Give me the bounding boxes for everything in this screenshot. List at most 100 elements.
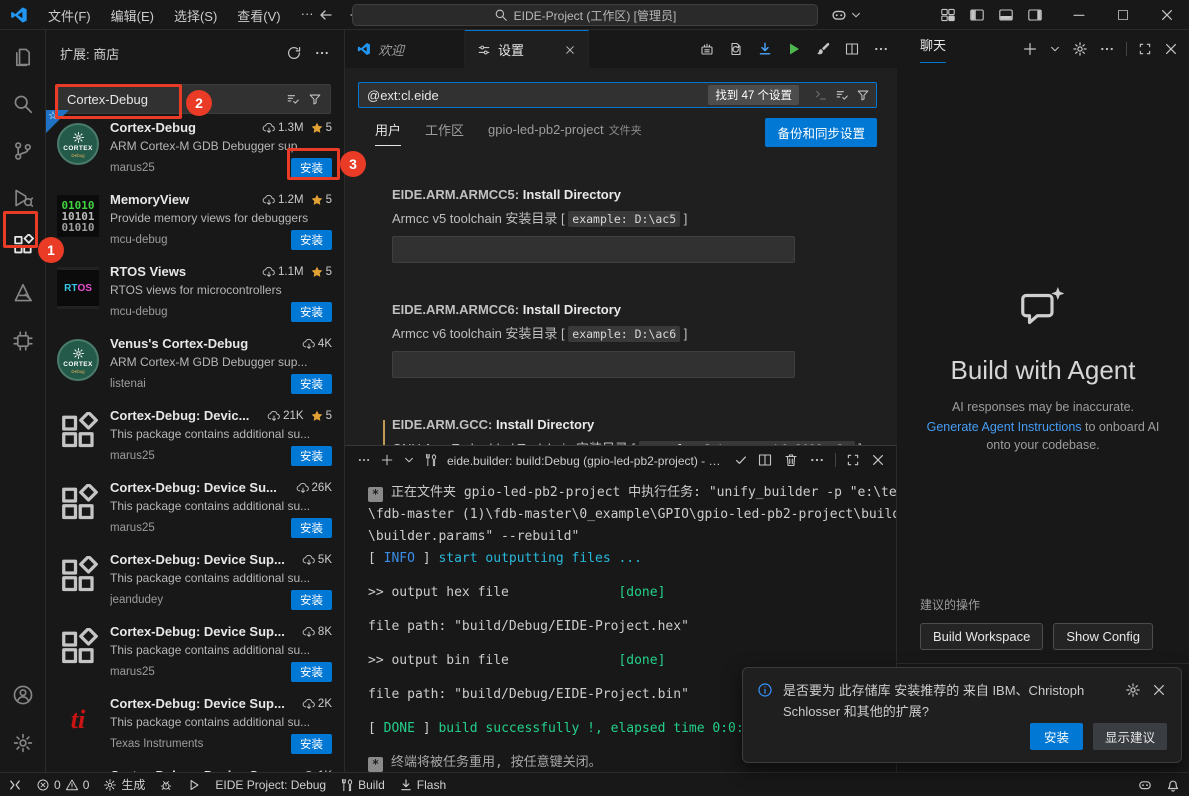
sidebar-item-extensions[interactable]	[0, 225, 46, 265]
minimize-button[interactable]	[1057, 0, 1101, 30]
funnel-icon[interactable]	[856, 88, 870, 102]
install-recommended-button[interactable]: 安装	[1030, 723, 1083, 750]
copilot-icon[interactable]	[1137, 777, 1153, 793]
close-chat-icon[interactable]	[1163, 41, 1179, 57]
gear-icon[interactable]	[1072, 41, 1088, 57]
filter-lines-icon[interactable]	[286, 92, 300, 106]
project-status[interactable]: EIDE Project: Debug	[215, 778, 326, 792]
more-actions-icon[interactable]	[873, 41, 889, 57]
tab-chat[interactable]: 聊天	[920, 35, 946, 63]
kill-terminal-icon[interactable]	[783, 452, 799, 468]
customize-layout-icon[interactable]	[940, 7, 956, 23]
chevron-down-icon[interactable]	[1049, 43, 1061, 55]
settings-scope-tab[interactable]: gpio-led-pb2-project文件夹	[488, 122, 642, 145]
debug-button[interactable]	[159, 778, 173, 792]
settings-search-box[interactable]: 找到 47 个设置	[358, 82, 877, 108]
account-button[interactable]	[0, 675, 46, 715]
sidebar-item-search[interactable]	[0, 84, 46, 124]
funnel-icon[interactable]	[308, 92, 322, 106]
extension-list-item[interactable]: 010101010101010MemoryView1.2M5Provide me…	[46, 182, 344, 254]
setting-value-input[interactable]	[392, 351, 795, 378]
more-actions-icon[interactable]	[1099, 41, 1115, 57]
backup-sync-settings-button[interactable]: 备份和同步设置	[765, 118, 877, 147]
run-button[interactable]	[187, 778, 201, 792]
build-project-icon[interactable]	[699, 41, 715, 57]
settings-scope-tab[interactable]: 工作区	[425, 120, 464, 146]
install-button[interactable]: 安装	[291, 734, 332, 754]
command-center-search[interactable]: EIDE-Project (工作区) [管理员]	[352, 4, 818, 26]
sidebar-item-eide[interactable]	[0, 273, 46, 313]
toggle-panel-icon[interactable]	[998, 7, 1014, 23]
chevron-down-icon[interactable]	[403, 454, 415, 466]
copilot-icon[interactable]	[830, 6, 848, 24]
tab-welcome[interactable]: 欢迎	[345, 30, 465, 68]
extension-list-item[interactable]: RTOSRTOS Views1.1M5RTOS views for microc…	[46, 254, 344, 326]
install-button[interactable]: 安装	[291, 158, 332, 178]
menu-item-0[interactable]: 文件(F)	[40, 3, 99, 28]
chevron-down-icon[interactable]	[850, 9, 862, 21]
split-terminal-icon[interactable]	[757, 452, 773, 468]
settings-search-input[interactable]	[367, 88, 708, 103]
split-editor-icon[interactable]	[844, 41, 860, 57]
rebuild-icon[interactable]	[728, 41, 744, 57]
new-terminal-icon[interactable]	[380, 453, 394, 467]
maximize-panel-icon[interactable]	[846, 453, 860, 467]
remote-indicator[interactable]	[8, 778, 22, 792]
install-button[interactable]: 安装	[291, 446, 332, 466]
more-actions-icon[interactable]	[357, 453, 371, 467]
install-button[interactable]: 安装	[291, 590, 332, 610]
extension-list-item[interactable]: Cortex-Debug: Device Su...26KThis packag…	[46, 470, 344, 542]
extension-list-item[interactable]: CORTEXDebugVenus's Cortex-Debug4KARM Cor…	[46, 326, 344, 398]
install-button[interactable]: 安装	[291, 230, 332, 250]
install-button[interactable]: 安装	[291, 518, 332, 538]
show-config-button[interactable]: Show Config	[1053, 623, 1153, 650]
build-button[interactable]: Build	[340, 778, 385, 792]
new-chat-icon[interactable]	[1022, 41, 1038, 57]
back-arrow-icon[interactable]	[318, 7, 334, 23]
problems-indicator[interactable]: 0 0	[36, 778, 89, 792]
manage-settings-button[interactable]	[0, 723, 46, 763]
extension-list-item[interactable]: Cortex-Debug: Device Sup...5KThis packag…	[46, 542, 344, 614]
extension-list-item[interactable]: tiCortex-Debug: Device Sup...1K	[46, 758, 344, 772]
generate-agent-instructions-link[interactable]: Generate Agent Instructions	[927, 420, 1082, 434]
terminal-title[interactable]: eide.builder: build:Debug (gpio-led-pb2-…	[447, 452, 725, 469]
run-icon[interactable]	[786, 41, 802, 57]
sidebar-item-source-control[interactable]	[0, 131, 46, 171]
sidebar-item-run-debug[interactable]	[0, 178, 46, 218]
toggle-secondary-sidebar-icon[interactable]	[1027, 7, 1043, 23]
build-workspace-button[interactable]: Build Workspace	[920, 623, 1043, 650]
clear-search-icon[interactable]	[814, 88, 828, 102]
refresh-icon[interactable]	[286, 45, 302, 61]
menu-item-3[interactable]: 查看(V)	[229, 3, 288, 28]
close-window-button[interactable]	[1145, 0, 1189, 30]
extension-list-item[interactable]: tiCortex-Debug: Device Sup...2KThis pack…	[46, 686, 344, 758]
sidebar-item-explorer[interactable]	[0, 37, 46, 77]
sidebar-item-chip-tools[interactable]	[0, 321, 46, 361]
settings-scope-tab[interactable]: 用户	[375, 120, 401, 146]
maximize-chat-icon[interactable]	[1138, 42, 1152, 56]
install-button[interactable]: 安装	[291, 662, 332, 682]
flash-download-icon[interactable]	[757, 41, 773, 57]
extension-list-item[interactable]: Cortex-Debug: Device Sup...8KThis packag…	[46, 614, 344, 686]
bell-icon[interactable]	[1165, 777, 1181, 793]
extension-list-item[interactable]: Cortex-Debug: Devic...21K5This package c…	[46, 398, 344, 470]
install-button[interactable]: 安装	[291, 302, 332, 322]
flash-button[interactable]: Flash	[399, 778, 446, 792]
setting-value-input[interactable]	[392, 236, 795, 263]
show-recommendations-button[interactable]: 显示建议	[1093, 723, 1167, 750]
close-tab-icon[interactable]	[564, 44, 576, 56]
extension-list-item[interactable]: ☆CORTEXDebugCortex-Debug1.3M5ARM Cortex-…	[46, 110, 344, 182]
filter-lines-icon[interactable]	[835, 88, 849, 102]
menu-item-1[interactable]: 编辑(E)	[103, 3, 162, 28]
more-actions-icon[interactable]	[314, 45, 330, 61]
install-button[interactable]: 安装	[291, 374, 332, 394]
more-actions-icon[interactable]	[809, 452, 825, 468]
close-notification-icon[interactable]	[1151, 682, 1167, 698]
extensions-search-input[interactable]	[67, 92, 278, 107]
tab-settings[interactable]: 设置	[465, 30, 589, 68]
menu-item-2[interactable]: 选择(S)	[166, 3, 225, 28]
toggle-sidebar-icon[interactable]	[969, 7, 985, 23]
maximize-button[interactable]	[1101, 0, 1145, 30]
generate-button[interactable]: 生成	[103, 776, 145, 793]
notification-settings-icon[interactable]	[1125, 682, 1141, 698]
